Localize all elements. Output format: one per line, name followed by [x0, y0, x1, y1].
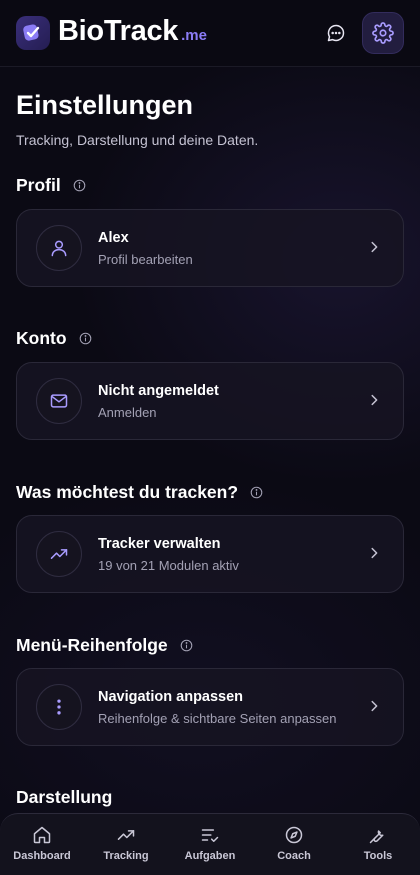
nav-label: Dashboard [13, 850, 71, 862]
settings-button[interactable] [362, 12, 404, 54]
card-title: Alex [98, 230, 129, 246]
gear-icon [372, 22, 394, 44]
page-title: Einstellungen [16, 90, 194, 120]
trending-up-icon [36, 531, 82, 577]
section-title-text: Menü-Reihenfolge [16, 635, 168, 655]
section-title-text: Darstellung [16, 787, 113, 807]
bottom-nav: Dashboard Tracking Aufgaben Coach Tools [0, 813, 420, 875]
chat-button[interactable] [315, 12, 357, 54]
card-subtitle: Profil bearbeiten [98, 252, 193, 267]
nav-item-dashboard[interactable]: Dashboard [0, 814, 84, 875]
section-title-tracking: Was möchtest du tracken? [16, 482, 263, 503]
chat-bubble-icon [327, 24, 345, 42]
nav-item-coach[interactable]: Coach [252, 814, 336, 875]
more-vertical-icon [36, 684, 82, 730]
home-icon [33, 826, 51, 844]
nav-label: Tracking [103, 850, 149, 862]
chevron-right-icon [367, 393, 381, 407]
section-title-text: Profil [16, 175, 61, 195]
card-title: Nicht angemeldet [98, 383, 219, 399]
wrench-icon [369, 830, 384, 844]
info-icon[interactable] [180, 639, 193, 652]
section-title-profil: Profil [16, 175, 86, 196]
navigation-card[interactable]: Navigation anpassen Reihenfolge & sichtb… [16, 668, 404, 746]
card-title: Navigation anpassen [98, 689, 244, 705]
nav-label: Aufgaben [184, 850, 236, 862]
card-title: Tracker verwalten [98, 536, 221, 552]
compass-icon [285, 826, 303, 844]
info-icon[interactable] [250, 486, 263, 499]
card-subtitle: Reihenfolge & sichtbare Seiten anpassen [98, 711, 337, 726]
section-title-konto: Konto [16, 328, 92, 349]
info-icon[interactable] [73, 179, 86, 192]
list-check-icon [201, 829, 219, 842]
section-title-darstellung: Darstellung [16, 787, 112, 808]
card-subtitle: 19 von 21 Modulen aktiv [98, 558, 239, 573]
nav-item-aufgaben[interactable]: Aufgaben [168, 814, 252, 875]
brand-logo[interactable]: BioTrack .me [58, 15, 207, 48]
mail-icon [36, 378, 82, 424]
brand-name: BioTrack [58, 15, 179, 47]
profile-card[interactable]: Alex Profil bearbeiten [16, 209, 404, 287]
trending-up-icon [117, 830, 135, 840]
section-title-text: Konto [16, 328, 67, 348]
chevron-right-icon [367, 699, 381, 713]
brand-tld: .me [181, 27, 207, 44]
account-card[interactable]: Nicht angemeldet Anmelden [16, 362, 404, 440]
user-icon [36, 225, 82, 271]
nav-item-tracking[interactable]: Tracking [84, 814, 168, 875]
chevron-right-icon [367, 240, 381, 254]
nav-label: Tools [363, 850, 393, 862]
section-title-menu-order: Menü-Reihenfolge [16, 635, 193, 656]
nav-label: Coach [277, 850, 311, 862]
section-title-text: Was möchtest du tracken? [16, 482, 239, 502]
chevron-right-icon [367, 546, 381, 560]
tracker-card[interactable]: Tracker verwalten 19 von 21 Modulen akti… [16, 515, 404, 593]
nav-item-tools[interactable]: Tools [336, 814, 420, 875]
info-icon[interactable] [79, 332, 92, 345]
page-subtitle: Tracking, Darstellung und deine Daten. [16, 132, 259, 148]
card-subtitle: Anmelden [98, 405, 157, 420]
app-header: BioTrack .me [0, 0, 420, 67]
logo-icon [16, 16, 50, 50]
